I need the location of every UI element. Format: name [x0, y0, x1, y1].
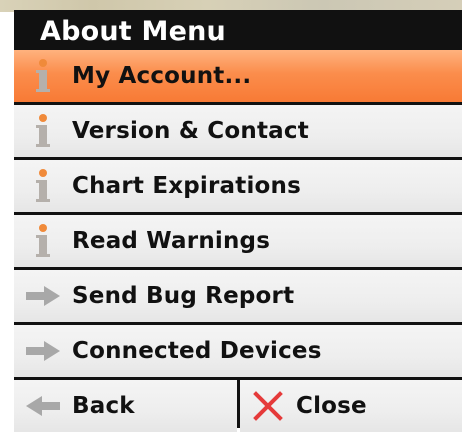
bottom-button-row: Back Close — [14, 380, 462, 432]
menu-item-my-account[interactable]: My Account... — [14, 50, 462, 102]
menu-item-version-contact[interactable]: Version & Contact — [14, 105, 462, 157]
menu-item-label: Chart Expirations — [72, 173, 302, 199]
close-button[interactable]: Close — [240, 380, 462, 432]
menu-item-connected-devices[interactable]: Connected Devices — [14, 325, 462, 377]
back-button[interactable]: Back — [14, 380, 237, 432]
menu-item-label: Send Bug Report — [72, 283, 295, 309]
about-menu: About Menu My Account... Version & Conta… — [14, 10, 462, 432]
arrow-right-icon — [14, 270, 72, 322]
menu-item-label: Version & Contact — [72, 118, 309, 144]
close-icon — [240, 380, 296, 432]
menu-item-read-warnings[interactable]: Read Warnings — [14, 215, 462, 267]
arrow-left-icon — [14, 380, 72, 432]
menu-item-label: My Account... — [72, 63, 252, 89]
back-button-label: Back — [72, 393, 135, 419]
info-icon — [14, 50, 72, 102]
arrow-right-icon — [14, 325, 72, 377]
info-icon — [14, 105, 72, 157]
menu-item-send-bug-report[interactable]: Send Bug Report — [14, 270, 462, 322]
info-icon — [14, 215, 72, 267]
menu-item-label: Read Warnings — [72, 228, 271, 254]
menu-item-label: Connected Devices — [72, 338, 322, 364]
info-icon — [14, 160, 72, 212]
close-button-label: Close — [296, 393, 367, 419]
menu-item-chart-expirations[interactable]: Chart Expirations — [14, 160, 462, 212]
menu-title: About Menu — [40, 16, 226, 47]
